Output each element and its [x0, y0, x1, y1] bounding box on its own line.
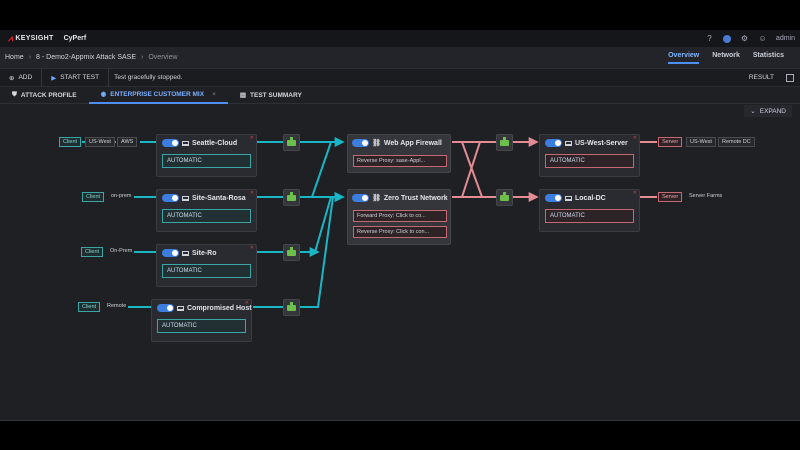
proxy-field[interactable]: Reverse Proxy: Click to con...: [353, 226, 447, 238]
client-node[interactable]: ✕ Seattle-Cloud AUTOMATIC: [156, 134, 257, 177]
node-label-text: Server Farms: [689, 193, 723, 199]
node-label-chip: US-West: [85, 137, 115, 147]
proxy-field[interactable]: Forward Proxy: Click to co...: [353, 210, 447, 222]
monitor-icon: [565, 140, 572, 146]
node-name: Compromised Host: [187, 304, 252, 312]
gateway-icon[interactable]: [283, 299, 300, 316]
server-node[interactable]: ✕ US-West-Server AUTOMATIC: [539, 134, 640, 177]
client-link: [300, 196, 343, 253]
server-link: [452, 141, 496, 198]
close-icon[interactable]: ✕: [633, 190, 637, 196]
client-tag[interactable]: Client: [81, 247, 104, 257]
enable-toggle[interactable]: [352, 194, 369, 202]
enable-toggle[interactable]: [545, 194, 562, 202]
zero-trust-network-node[interactable]: ⛓ Zero Trust Network Forward Proxy: Click…: [347, 189, 451, 245]
network-icon: ⛓: [372, 140, 381, 147]
enable-toggle[interactable]: [162, 194, 179, 202]
node-label-chip: US-West: [686, 137, 716, 147]
monitor-icon: [182, 250, 189, 256]
client-node[interactable]: ✕ Site-Ro AUTOMATIC: [156, 244, 257, 287]
server-link: [452, 141, 496, 198]
server-tag[interactable]: Server: [658, 192, 683, 202]
web-app-firewall-node[interactable]: ⛓ Web App Firewall Reverse Proxy: sase-Ap…: [347, 134, 451, 173]
node-mode-field[interactable]: AUTOMATIC: [162, 264, 251, 278]
node-name: Site-Ro: [192, 249, 217, 257]
node-label-text: Remote: [107, 303, 127, 309]
close-icon[interactable]: ✕: [250, 135, 254, 141]
node-label-chip: Remote DC: [718, 137, 755, 147]
monitor-icon: [182, 140, 189, 146]
network-icon: ⛓: [372, 195, 381, 202]
enable-toggle[interactable]: [162, 249, 179, 257]
node-label-text: on-prem: [111, 193, 132, 199]
node-label-chip: AWS: [117, 137, 138, 147]
node-mode-field[interactable]: AUTOMATIC: [545, 209, 634, 223]
gateway-icon[interactable]: [283, 134, 300, 151]
node-name: Site-Santa-Rosa: [192, 194, 246, 202]
gateway-icon[interactable]: [283, 244, 300, 261]
node-mode-field[interactable]: AUTOMATIC: [162, 209, 251, 223]
enable-toggle[interactable]: [157, 304, 174, 312]
server-node[interactable]: ✕ Local-DC AUTOMATIC: [539, 189, 640, 232]
client-tag[interactable]: Client: [59, 137, 82, 147]
node-mode-field[interactable]: AUTOMATIC: [162, 154, 251, 168]
client-link: [300, 141, 343, 198]
proxy-field[interactable]: Reverse Proxy: sase-Appl...: [353, 155, 447, 167]
horizontal-scrollbar[interactable]: [0, 420, 800, 421]
close-icon[interactable]: ✕: [250, 190, 254, 196]
client-node[interactable]: ✕ Site-Santa-Rosa AUTOMATIC: [156, 189, 257, 232]
cyperf-app: ⩘ KEYSIGHT CyPerf ? ⚙ ☺ admin Home › 8 -…: [0, 30, 800, 421]
client-tag[interactable]: Client: [82, 192, 105, 202]
gateway-icon[interactable]: [496, 134, 513, 151]
gateway-icon[interactable]: [283, 189, 300, 206]
gateway-icon[interactable]: [496, 189, 513, 206]
monitor-icon: [565, 195, 572, 201]
node-name: US-West-Server: [575, 139, 628, 147]
node-mode-field[interactable]: AUTOMATIC: [545, 154, 634, 168]
close-icon[interactable]: ✕: [250, 245, 254, 251]
server-tag[interactable]: Server: [658, 137, 683, 147]
node-name: Web App Firewall: [383, 139, 442, 147]
client-node[interactable]: ✕ Compromised Host AUTOMATIC: [151, 299, 252, 342]
node-mode-field[interactable]: AUTOMATIC: [157, 319, 246, 333]
enable-toggle[interactable]: [545, 139, 562, 147]
enable-toggle[interactable]: [162, 139, 179, 147]
monitor-icon: [177, 305, 184, 311]
node-name: Seattle-Cloud: [192, 139, 238, 147]
enable-toggle[interactable]: [352, 139, 369, 147]
close-icon[interactable]: ✕: [633, 135, 637, 141]
node-name: Zero Trust Network: [383, 194, 448, 202]
node-name: Local-DC: [575, 194, 606, 202]
node-label-text: On-Prem: [110, 248, 133, 254]
client-tag[interactable]: Client: [78, 302, 101, 312]
monitor-icon: [182, 195, 189, 201]
